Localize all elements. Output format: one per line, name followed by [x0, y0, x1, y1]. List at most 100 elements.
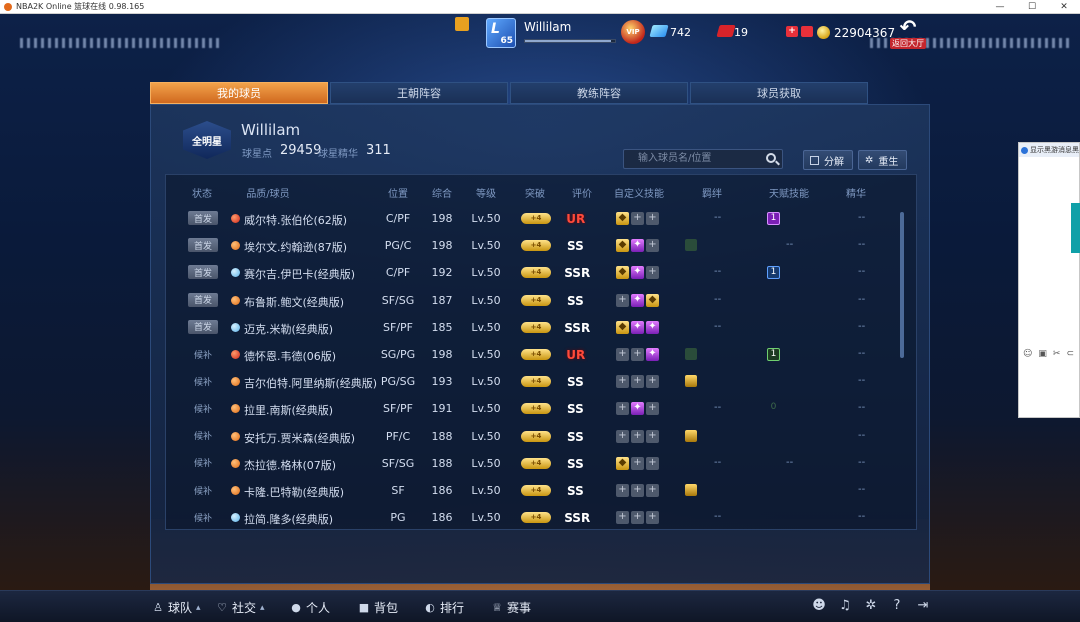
- tab-player-acquire[interactable]: 球员获取: [690, 82, 868, 104]
- player-name[interactable]: 布鲁斯.鲍文(经典版): [244, 294, 344, 310]
- player-name[interactable]: 杰拉德.格林(07版): [244, 457, 336, 473]
- add-skill-icon[interactable]: +: [646, 511, 659, 525]
- bond-icon[interactable]: [685, 429, 697, 442]
- player-search-input[interactable]: 输入球员名/位置: [623, 149, 783, 169]
- add-skill-icon[interactable]: +: [631, 375, 644, 389]
- add-skill-icon[interactable]: +: [631, 348, 644, 361]
- add-skill-icon[interactable]: +: [616, 511, 629, 525]
- bond-icon[interactable]: [685, 239, 697, 252]
- purple-skill-icon[interactable]: ✦: [646, 348, 659, 361]
- player-name[interactable]: 埃尔文.约翰逊(87版): [244, 239, 347, 255]
- add-skill-icon[interactable]: +: [631, 456, 644, 470]
- table-row[interactable]: 首发 埃尔文.约翰逊(87版) PG/C 198 Lv.50 +4 SS ◆ ✦ + -- --: [166, 232, 896, 259]
- status-badge[interactable]: 候补: [188, 429, 218, 443]
- chat-icon[interactable]: ☻: [812, 599, 826, 613]
- purple-skill-icon[interactable]: ✦: [631, 320, 644, 334]
- table-row[interactable]: 候补 吉尔伯特.阿里纳斯(经典版) PG/SG 193 Lv.50 +4 SS + + + --: [166, 368, 896, 395]
- table-row[interactable]: 首发 布鲁斯.鲍文(经典版) SF/SG 187 Lv.50 +4 SS + ✦ ◆ -- --: [166, 287, 896, 314]
- card-icon[interactable]: [801, 26, 813, 37]
- emoji-icon[interactable]: ☺: [1023, 349, 1032, 359]
- clip-icon[interactable]: ⊂: [1066, 349, 1074, 359]
- bond-icon[interactable]: [685, 348, 697, 360]
- add-skill-icon[interactable]: +: [616, 293, 629, 307]
- purple-skill-icon[interactable]: ✦: [631, 239, 644, 253]
- tab-dynasty-lineup[interactable]: 王朝阵容: [330, 82, 508, 104]
- table-row[interactable]: 候补 杰拉德.格林(07版) SF/SG 188 Lv.50 +4 SS ◆ + + -- -- --: [166, 450, 896, 477]
- add-skill-icon[interactable]: +: [646, 375, 659, 389]
- status-badge[interactable]: 首发: [188, 319, 218, 334]
- table-row[interactable]: 候补 卡隆.巴特勒(经典版) SF 186 Lv.50 +4 SS + + + --: [166, 477, 896, 504]
- purple-skill-icon[interactable]: ✦: [631, 293, 644, 307]
- rebirth-button[interactable]: ✲ 重生: [858, 150, 908, 170]
- player-name[interactable]: 赛尔吉.伊巴卡(经典版): [244, 266, 355, 282]
- gold-skill-icon[interactable]: ◆: [616, 320, 629, 334]
- status-badge[interactable]: 候补: [188, 483, 218, 497]
- add-skill-icon[interactable]: +: [646, 239, 659, 253]
- add-skill-icon[interactable]: +: [646, 429, 659, 443]
- nav-trophy[interactable]: ♕ 赛事: [491, 599, 531, 616]
- status-badge[interactable]: 候补: [188, 510, 218, 524]
- status-badge[interactable]: 首发: [188, 238, 218, 253]
- purple-skill-icon[interactable]: ✦: [631, 266, 644, 280]
- table-row[interactable]: 候补 拉简.隆多(经典版) PG 186 Lv.50 +4 SSR + + + -- --: [166, 504, 896, 531]
- player-name[interactable]: 威尔特.张伯伦(62版): [244, 212, 347, 228]
- add-skill-icon[interactable]: +: [646, 266, 659, 280]
- medkit-icon[interactable]: +: [786, 26, 798, 37]
- add-skill-icon[interactable]: +: [616, 429, 629, 443]
- add-skill-icon[interactable]: +: [616, 484, 629, 497]
- bond-icon[interactable]: [685, 375, 697, 388]
- gold-skill-icon[interactable]: ◆: [616, 266, 629, 280]
- gold-skill-icon[interactable]: ◆: [616, 212, 629, 225]
- maximize-button[interactable]: ☐: [1016, 0, 1048, 14]
- gold-skill-icon[interactable]: ◆: [616, 239, 629, 253]
- col-level[interactable]: 等级: [476, 185, 496, 200]
- player-level-badge[interactable]: L 65: [486, 18, 516, 48]
- player-name[interactable]: 安托万.贾米森(经典版): [244, 430, 355, 446]
- add-skill-icon[interactable]: +: [616, 348, 629, 361]
- close-button[interactable]: ✕: [1048, 0, 1080, 14]
- nav-user[interactable]: ♙ 球队 ▴: [152, 599, 200, 616]
- status-badge[interactable]: 首发: [188, 292, 218, 307]
- nav-bag[interactable]: ■ 背包: [358, 599, 398, 616]
- vip-icon[interactable]: VIP: [621, 20, 645, 44]
- talent-badge[interactable]: 1: [767, 212, 780, 225]
- status-badge[interactable]: 候补: [188, 401, 218, 415]
- status-badge[interactable]: 候补: [188, 456, 218, 470]
- table-row[interactable]: 首发 赛尔吉.伊巴卡(经典版) C/PF 192 Lv.50 +4 SSR ◆ ✦ + -- 1 --: [166, 259, 896, 286]
- status-badge[interactable]: 候补: [188, 374, 218, 388]
- nav-rank[interactable]: ◐ 排行: [424, 599, 464, 616]
- bond-icon[interactable]: [685, 484, 697, 496]
- search-icon[interactable]: [766, 153, 776, 163]
- gold-skill-icon[interactable]: ◆: [646, 293, 659, 307]
- table-row[interactable]: 候补 拉里.南斯(经典版) SF/PF 191 Lv.50 +4 SS + ✦ + -- 0 --: [166, 395, 896, 422]
- purple-skill-icon[interactable]: ✦: [646, 320, 659, 334]
- status-badge[interactable]: 首发: [188, 265, 218, 280]
- add-skill-icon[interactable]: +: [616, 402, 629, 416]
- player-name[interactable]: 吉尔伯特.阿里纳斯(经典版): [244, 375, 377, 391]
- table-row[interactable]: 候补 安托万.贾米森(经典版) PF/C 188 Lv.50 +4 SS + + + --: [166, 423, 896, 450]
- status-badge[interactable]: 首发: [188, 211, 218, 225]
- back-to-lobby-button[interactable]: ↶ 返回大厅: [888, 16, 928, 50]
- nav-person[interactable]: ● 个人: [290, 599, 330, 616]
- col-overall[interactable]: 综合: [432, 185, 452, 200]
- add-skill-icon[interactable]: +: [631, 212, 644, 225]
- add-skill-icon[interactable]: +: [646, 484, 659, 497]
- table-row[interactable]: 首发 威尔特.张伯伦(62版) C/PF 198 Lv.50 +4 UR ◆ + + -- 1 --: [166, 205, 896, 232]
- add-skill-icon[interactable]: +: [631, 511, 644, 525]
- decompose-button[interactable]: 分解: [803, 150, 853, 170]
- help-icon[interactable]: ?: [890, 599, 904, 613]
- scissors-icon[interactable]: ✂: [1053, 349, 1061, 359]
- table-row[interactable]: 首发 迈克.米勒(经典版) SF/PF 185 Lv.50 +4 SSR ◆ ✦ ✦ -- --: [166, 314, 896, 341]
- player-name[interactable]: 德怀恩.韦德(06版): [244, 348, 336, 364]
- tab-my-players[interactable]: 我的球员: [150, 82, 328, 104]
- exit-icon[interactable]: ⇥: [916, 599, 930, 613]
- table-row[interactable]: 候补 德怀恩.韦德(06版) SG/PG 198 Lv.50 +4 UR + + ✦ 1 --: [166, 341, 896, 368]
- add-skill-icon[interactable]: +: [646, 456, 659, 470]
- tab-coach-lineup[interactable]: 教练阵容: [510, 82, 688, 104]
- player-name[interactable]: 拉里.南斯(经典版): [244, 402, 333, 418]
- add-skill-icon[interactable]: +: [646, 402, 659, 416]
- popup-action-button[interactable]: [1071, 203, 1080, 253]
- table-scrollbar[interactable]: [900, 212, 904, 358]
- status-badge[interactable]: 候补: [188, 347, 218, 361]
- purple-skill-icon[interactable]: ✦: [631, 402, 644, 416]
